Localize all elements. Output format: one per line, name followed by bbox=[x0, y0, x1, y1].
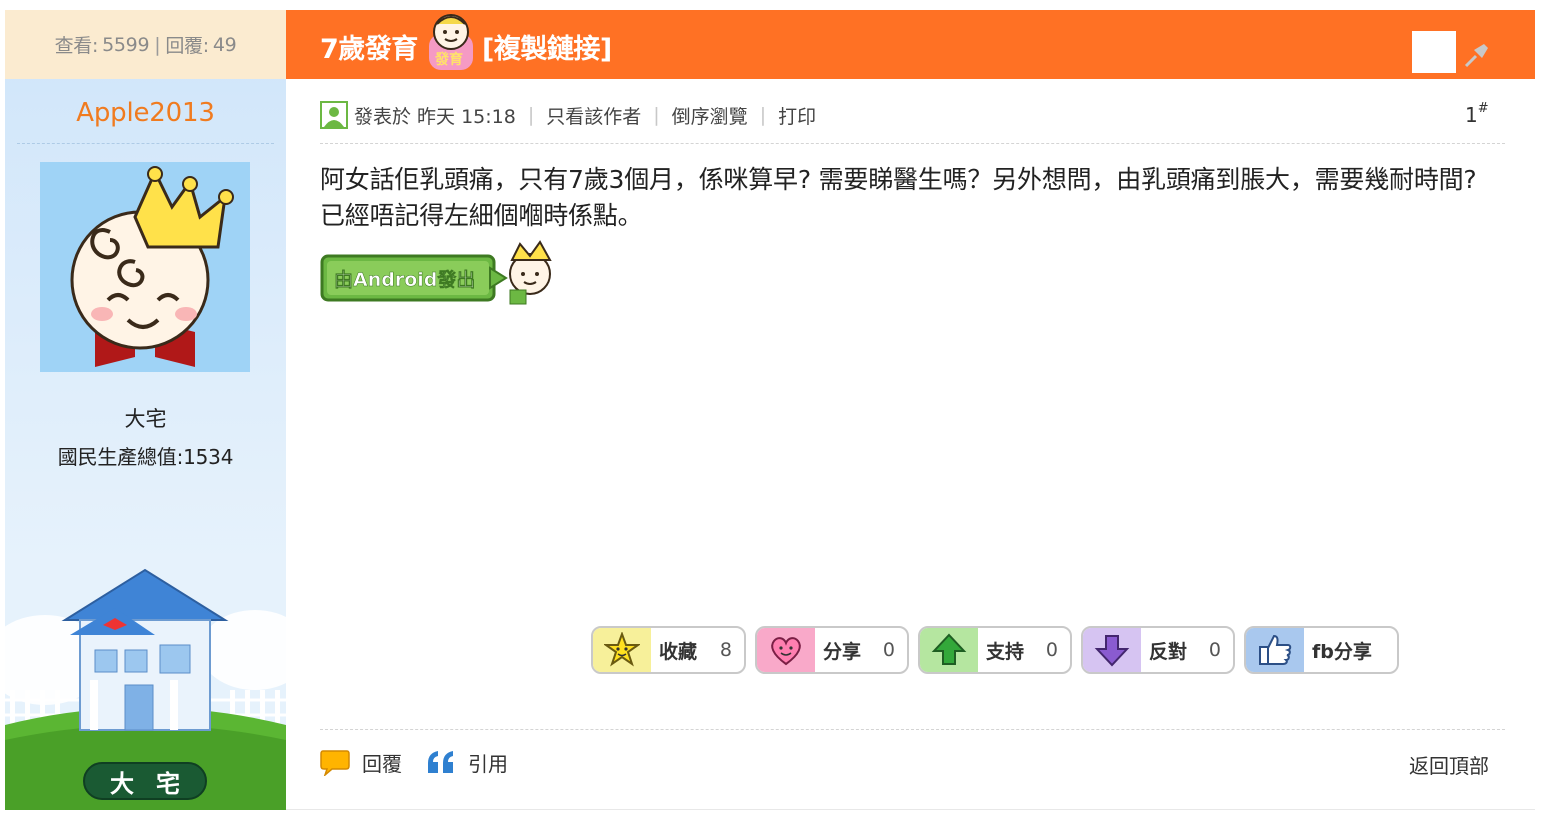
quote-label: 引用 bbox=[468, 751, 508, 776]
floor-number-value: 1 bbox=[1465, 103, 1478, 127]
thread-title-bar: 7歲發育 發育 [複製鏈接] bbox=[286, 10, 1535, 79]
arrow-down-icon bbox=[1083, 628, 1141, 672]
reply-label: 回覆 bbox=[362, 751, 402, 776]
blank-square bbox=[1412, 31, 1456, 73]
replies-count: 49 bbox=[212, 33, 237, 56]
views-count: 5599 bbox=[102, 33, 150, 56]
divider bbox=[320, 143, 1505, 144]
oppose-count: 0 bbox=[1208, 639, 1221, 661]
favorite-count: 8 bbox=[719, 639, 732, 661]
thumbs-up-icon bbox=[1246, 628, 1304, 672]
posted-time: 發表於 昨天 15:18 bbox=[354, 105, 516, 128]
android-badge-label: 由Android發出 bbox=[334, 268, 475, 291]
chat-bubble-icon bbox=[320, 750, 350, 776]
author-sidebar: 查看: 5599 | 回覆: 49 Apple2013 大宅 國民生產總值:15… bbox=[5, 10, 286, 810]
fb-share-label: fb分享 bbox=[1312, 640, 1372, 663]
stats-separator: | bbox=[154, 33, 161, 56]
favorite-label: 收藏 bbox=[659, 640, 698, 663]
print-link[interactable]: 打印 bbox=[778, 102, 816, 129]
android-badge: 由Android發出 bbox=[320, 238, 560, 310]
svg-text:發育: 發育 bbox=[434, 51, 463, 68]
rank-badge: 大宅 bbox=[83, 762, 207, 800]
support-label: 支持 bbox=[986, 640, 1025, 663]
meta-separator: | bbox=[759, 104, 767, 126]
favorite-button[interactable]: 收藏 8 bbox=[591, 626, 746, 674]
rank-title: 大宅 bbox=[124, 407, 167, 431]
gnp-value: 國民生產總值:1534 bbox=[57, 445, 234, 469]
fb-share-button[interactable]: fb分享 bbox=[1244, 626, 1399, 674]
post-action-bar: 收藏 8 分享 0 支持 0 反對 0 fb分享 bbox=[591, 626, 1399, 676]
android-badge-icon: 由Android發出 bbox=[320, 240, 552, 305]
quote-icon bbox=[428, 751, 453, 773]
star-icon bbox=[593, 628, 651, 672]
thread-stats: 查看: 5599 | 回覆: 49 bbox=[5, 10, 286, 79]
reply-button[interactable]: 回覆 bbox=[320, 748, 402, 777]
post-body: 阿女話佢乳頭痛，只有7歲3個月，係咪算早? 需要睇醫生嗎？另外想問，由乳頭痛到脹… bbox=[320, 165, 1477, 230]
share-count: 0 bbox=[882, 639, 895, 661]
heart-icon bbox=[757, 628, 815, 672]
floor-mark: # bbox=[1477, 101, 1489, 117]
divider bbox=[320, 729, 1505, 730]
reverse-order-link[interactable]: 倒序瀏覽 bbox=[672, 102, 748, 129]
back-to-top-link[interactable]: 返回頂部 bbox=[1409, 750, 1489, 779]
quote-button[interactable]: 引用 bbox=[426, 748, 508, 777]
arrow-up-icon bbox=[920, 628, 978, 672]
author-username[interactable]: Apple2013 bbox=[5, 98, 286, 128]
oppose-button[interactable]: 反對 0 bbox=[1081, 626, 1235, 674]
replies-label: 回覆: bbox=[165, 35, 209, 57]
divider bbox=[17, 143, 274, 144]
share-label: 分享 bbox=[823, 640, 862, 663]
copy-link-button[interactable]: [複製鏈接] bbox=[482, 27, 612, 66]
share-button[interactable]: 分享 0 bbox=[755, 626, 909, 674]
meta-separator: | bbox=[527, 104, 535, 126]
post-footer: 回覆 引用 bbox=[320, 746, 532, 778]
baby-emoticon-icon: 發育 bbox=[429, 14, 473, 70]
only-author-link[interactable]: 只看該作者 bbox=[546, 102, 641, 129]
meta-separator: | bbox=[653, 104, 660, 126]
post-meta: 發表於 昨天 15:18 | 只看該作者 | 倒序瀏覽 | 打印 bbox=[320, 100, 816, 130]
support-button[interactable]: 支持 0 bbox=[918, 626, 1072, 674]
support-count: 0 bbox=[1045, 639, 1058, 661]
floor-number[interactable]: 1# bbox=[1465, 101, 1489, 127]
baby-king-avatar-icon bbox=[40, 162, 250, 372]
user-online-icon bbox=[320, 101, 348, 129]
pin-icon[interactable] bbox=[1462, 40, 1492, 70]
avatar[interactable] bbox=[40, 162, 250, 372]
views-label: 查看: bbox=[54, 35, 99, 57]
post-container: 查看: 5599 | 回覆: 49 Apple2013 大宅 國民生產總值:15… bbox=[5, 10, 1535, 810]
thread-title: 7歲發育 bbox=[320, 34, 418, 65]
oppose-label: 反對 bbox=[1149, 640, 1188, 663]
